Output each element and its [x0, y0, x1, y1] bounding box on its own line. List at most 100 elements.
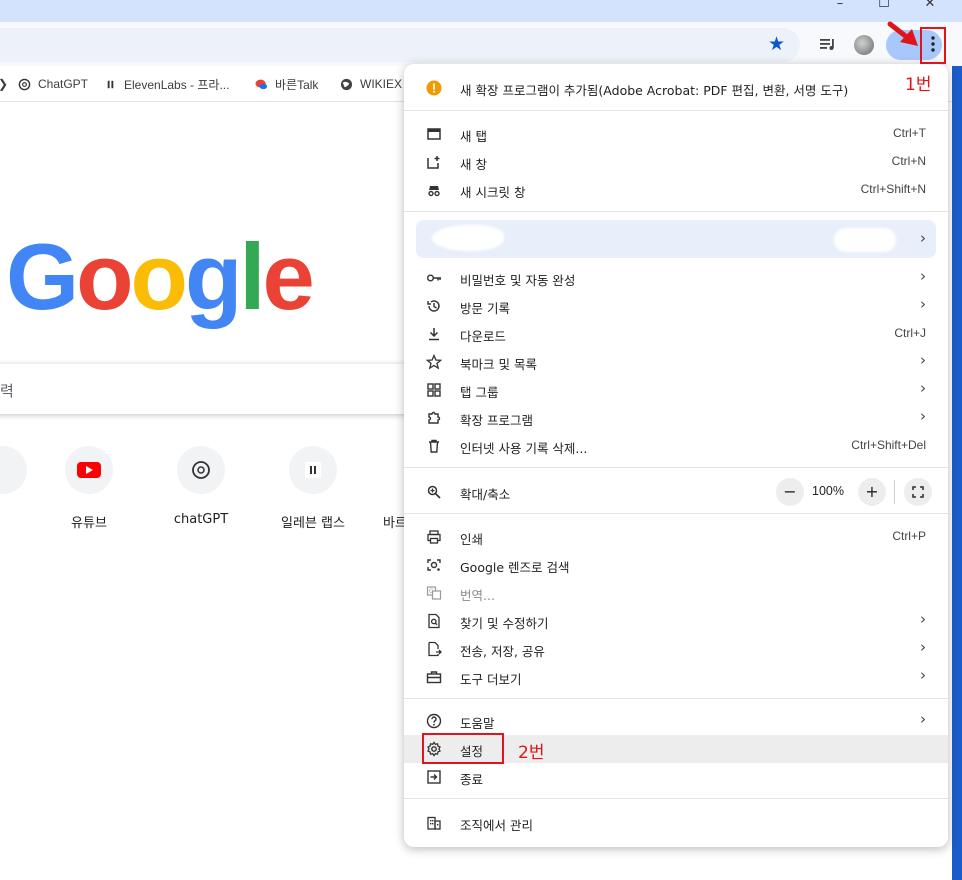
zoom-icon: [427, 485, 441, 499]
close-window-button[interactable]: ✕: [920, 0, 940, 12]
shortcut-youtube[interactable]: 유튜브: [44, 446, 134, 531]
trash-icon: [429, 439, 439, 453]
menu-item-google-lens[interactable]: Google 렌즈로 검색: [404, 551, 948, 579]
download-icon: [429, 328, 439, 341]
bookmark-wikiex[interactable]: WIKIEX: [340, 75, 402, 93]
menu-item-shortcut: Ctrl+Shift+Del: [851, 438, 926, 452]
elevenlabs-icon: [107, 80, 114, 88]
shortcut-partial[interactable]: [0, 446, 48, 494]
menu-item-extension-notice[interactable]: 새 확장 프로그램이 추가됨(Adobe Acrobat: PDF 편집, 변환…: [404, 74, 948, 102]
globe-icon: [340, 78, 353, 90]
minimize-button[interactable]: –: [830, 0, 850, 12]
extension-icon: [428, 411, 441, 424]
menu-item-label: 비밀번호 및 자동 완성: [460, 273, 576, 288]
menu-item-extensions[interactable]: 확장 프로그램 ›: [404, 404, 948, 432]
menu-item-label: 번역...: [460, 588, 495, 603]
maximize-button[interactable]: ☐: [874, 0, 894, 12]
bookmark-chatgpt[interactable]: ChatGPT: [18, 75, 88, 93]
menu-item-more-tools[interactable]: 도구 더보기 ›: [404, 663, 948, 691]
menu-item-clear-browsing-data[interactable]: 인터넷 사용 기록 삭제... Ctrl+Shift+Del: [404, 432, 948, 460]
bookmark-star-icon[interactable]: ★: [768, 35, 785, 54]
bookmark-label: ChatGPT: [38, 77, 89, 91]
star-icon: [426, 354, 442, 370]
zoom-divider: [894, 480, 895, 504]
menu-item-incognito[interactable]: 새 시크릿 창 Ctrl+Shift+N: [404, 176, 948, 204]
menu-item-history[interactable]: 방문 기록 ›: [404, 292, 948, 320]
address-bar[interactable]: [0, 28, 800, 62]
menu-item-managed-by-org[interactable]: 조직에서 관리: [404, 809, 948, 837]
chevron-right-icon: ›: [920, 610, 926, 628]
tab-groups-icon: [427, 383, 441, 397]
menu-item-shortcut: Ctrl+J: [894, 326, 926, 340]
menu-divider: [404, 211, 948, 212]
title-bar: – ☐ ✕: [0, 0, 962, 22]
menu-divider: [404, 110, 948, 111]
menu-item-label: 확대/축소: [460, 487, 511, 502]
menu-item-bookmarks[interactable]: 북마크 및 목록 ›: [404, 348, 948, 376]
bookmark-overflow[interactable]: ❯: [0, 75, 8, 93]
shortcut-elevenlabs[interactable]: 일레븐 랩스: [268, 446, 358, 531]
chevron-right-icon: ›: [920, 229, 926, 247]
menu-item-print[interactable]: 인쇄 Ctrl+P: [404, 523, 948, 551]
shortcut-circle: [177, 446, 225, 494]
menu-item-label: 전송, 저장, 공유: [460, 644, 545, 659]
menu-item-shortcut: Ctrl+T: [893, 126, 926, 140]
menu-item-label: Google 렌즈로 검색: [460, 560, 570, 575]
bookmark-elevenlabs[interactable]: ElevenLabs - 프라...: [104, 75, 229, 93]
logo-letter-g: G: [6, 224, 79, 329]
menu-item-translate: G 번역...: [404, 579, 948, 607]
menu-divider: [404, 513, 948, 514]
menu-item-send-save-share[interactable]: 전송, 저장, 공유 ›: [404, 635, 948, 663]
chevron-right-icon: ›: [920, 710, 926, 728]
logo-letter-l: l: [239, 224, 265, 329]
exit-icon: [427, 770, 441, 784]
menu-item-label: 인터넷 사용 기록 삭제...: [460, 441, 588, 456]
menu-item-find-edit[interactable]: 찾기 및 수정하기 ›: [404, 607, 948, 635]
menu-item-label: 새 탭: [460, 129, 487, 144]
menu-item-tab-groups[interactable]: 탭 그룹 ›: [404, 376, 948, 404]
bookmark-bareun-talk[interactable]: 바른Talk: [255, 75, 318, 93]
logo-letter-e: e: [262, 224, 315, 329]
menu-item-exit[interactable]: 종료: [404, 763, 948, 791]
chevron-right-icon: ›: [920, 295, 926, 313]
shortcut-label: 일레븐 랩스: [281, 516, 345, 531]
menu-item-shortcut: Ctrl+Shift+N: [860, 182, 926, 196]
warning-icon: [426, 80, 442, 96]
profile-avatar[interactable]: [854, 35, 874, 55]
zoom-out-button[interactable]: −: [776, 478, 804, 506]
menu-item-shortcut: Ctrl+N: [891, 154, 926, 168]
fullscreen-button[interactable]: [904, 478, 932, 506]
red-arrow-icon: [887, 21, 918, 46]
google-search-box[interactable]: 력: [0, 364, 430, 414]
zoom-in-button[interactable]: +: [858, 478, 886, 506]
menu-item-passwords[interactable]: 비밀번호 및 자동 완성 ›: [404, 264, 948, 292]
reading-list-icon[interactable]: [818, 34, 838, 54]
annotation-step2-label: 2번: [518, 743, 545, 763]
incognito-icon: [428, 186, 440, 197]
history-icon: [427, 300, 440, 312]
menu-item-help[interactable]: 도움말 ›: [404, 707, 948, 735]
annotation-step1-label: 1번: [905, 75, 932, 95]
menu-item-new-tab[interactable]: 새 탭 Ctrl+T: [404, 120, 948, 148]
menu-profile-row[interactable]: ›: [416, 220, 936, 258]
google-logo: Google: [6, 222, 315, 332]
chat-icon: [255, 79, 268, 89]
menu-item-shortcut: Ctrl+P: [892, 529, 926, 543]
menu-item-label: 인쇄: [460, 532, 484, 547]
shortcut-chatgpt[interactable]: chatGPT: [156, 446, 246, 527]
menu-item-downloads[interactable]: 다운로드 Ctrl+J: [404, 320, 948, 348]
chevron-right-icon: ›: [920, 638, 926, 656]
find-icon: [428, 613, 440, 629]
menu-item-label: 새 창: [460, 157, 487, 172]
chrome-main-menu: 새 확장 프로그램이 추가됨(Adobe Acrobat: PDF 편집, 변환…: [404, 64, 948, 847]
menu-item-new-window[interactable]: 새 창 Ctrl+N: [404, 148, 948, 176]
menu-item-label: 북마크 및 목록: [460, 357, 537, 372]
shortcut-circle: [65, 446, 113, 494]
fullscreen-icon: [912, 486, 924, 498]
new-window-icon: [427, 156, 440, 169]
menu-item-label: 도구 더보기: [460, 672, 522, 687]
bookmark-label: WIKIEX: [360, 77, 403, 91]
logo-letter-o1: o: [76, 224, 133, 329]
new-tab-icon: [427, 128, 441, 140]
menu-item-label: 조직에서 관리: [460, 818, 533, 833]
